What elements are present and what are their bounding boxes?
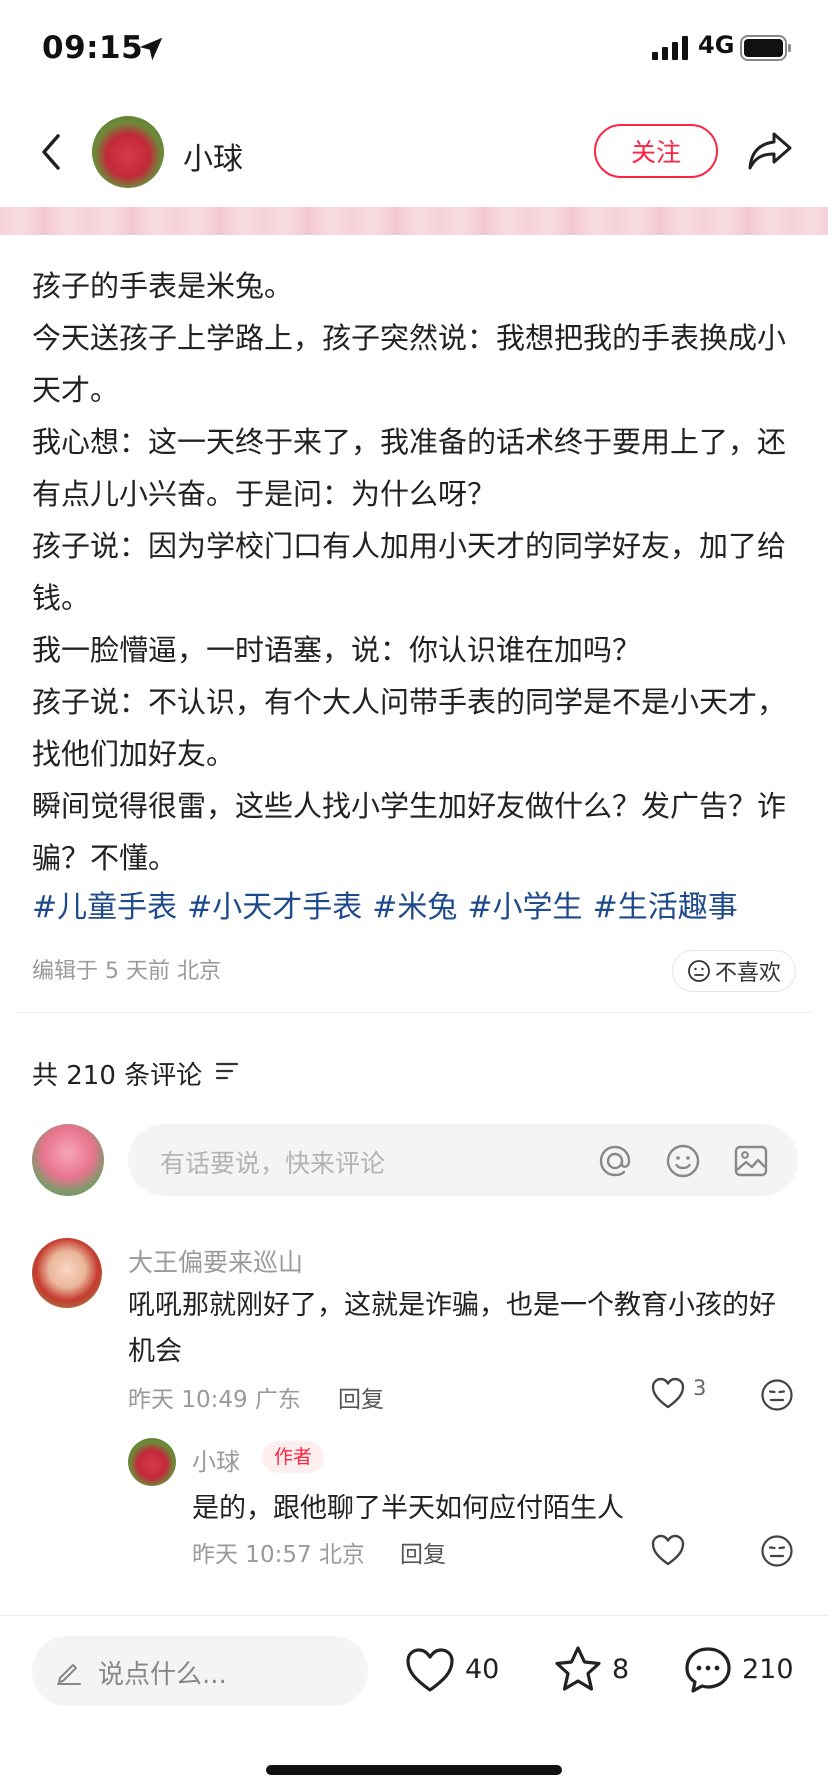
star-count: 8 [612, 1654, 630, 1685]
post-meta: 编辑于 5 天前 北京 [32, 959, 221, 984]
hashtag-link[interactable]: #米兔 [372, 890, 457, 925]
pencil-icon [57, 1664, 81, 1685]
back-icon[interactable] [32, 128, 72, 176]
heart-icon[interactable] [650, 1376, 686, 1410]
divider [0, 1615, 828, 1616]
home-indicator [266, 1765, 562, 1775]
reply-button[interactable]: 回复 [338, 1380, 384, 1414]
say-something-placeholder[interactable]: 说点什么... [98, 1654, 227, 1691]
image-icon[interactable] [732, 1142, 770, 1180]
star-icon[interactable] [552, 1644, 604, 1694]
at-mention-icon[interactable] [596, 1142, 634, 1180]
post-image-strip [0, 207, 828, 235]
post-paragraph: 孩子说：不认识，有个大人问带手表的同学是不是小天才，找他们加好友。 [32, 685, 787, 771]
hashtag-link[interactable]: #生活趣事 [593, 890, 738, 925]
sort-icon[interactable] [214, 1059, 240, 1083]
follow-button[interactable]: 关注 [594, 124, 718, 178]
comment-count: 共 210 条评论 [32, 1061, 203, 1091]
neutral-face-icon [688, 960, 710, 982]
neutral-face-icon[interactable] [760, 1534, 794, 1568]
author-avatar[interactable] [92, 116, 164, 188]
post-paragraph: 我心想：这一天终于来了，我准备的话术终于要用上了，还有点儿小兴奋。于是问：为什么… [32, 425, 787, 511]
post-paragraph: 孩子的手表是米兔。 [32, 269, 294, 303]
comment-input-placeholder[interactable]: 有话要说，快来评论 [160, 1144, 385, 1180]
reply-author-name[interactable]: 小球 [192, 1442, 240, 1477]
divider [16, 1012, 812, 1013]
reply-button[interactable]: 回复 [400, 1535, 446, 1569]
post-paragraph: 我一脸懵逼，一时语塞，说：你认识谁在加吗？ [32, 633, 642, 667]
hashtag-link[interactable]: #儿童手表 [32, 890, 177, 925]
commenter-avatar[interactable] [32, 1238, 102, 1308]
hashtag-list: #儿童手表 #小天才手表 #米兔 #小学生 #生活趣事 [32, 882, 748, 926]
comment-icon[interactable] [682, 1644, 734, 1696]
signal-icon [652, 36, 688, 60]
post-paragraph: 孩子说：因为学校门口有人加用小天才的同学好友，加了给钱。 [32, 529, 787, 615]
status-time: 09:15 [42, 30, 144, 66]
comment-time: 昨天 10:49 广东 [128, 1387, 301, 1413]
commenter-name[interactable]: 大王偏要来巡山 [128, 1243, 303, 1279]
heart-icon[interactable] [650, 1533, 686, 1567]
post-paragraph: 今天送孩子上学路上，孩子突然说：我想把我的手表换成小天才。 [32, 321, 787, 407]
comment-count-bottom: 210 [742, 1654, 794, 1685]
like-count: 40 [465, 1654, 500, 1685]
location-arrow-icon [139, 37, 163, 61]
author-badge: 作者 [262, 1441, 325, 1473]
dislike-label: 不喜欢 [714, 961, 781, 986]
battery-icon [740, 35, 791, 61]
user-avatar [32, 1124, 104, 1196]
hashtag-link[interactable]: #小学生 [467, 890, 582, 925]
reply-time: 昨天 10:57 北京 [192, 1542, 365, 1568]
comment-text: 吼吼那就刚好了，这就是诈骗，也是一个教育小孩的好机会 [128, 1290, 776, 1367]
heart-icon[interactable] [404, 1646, 456, 1694]
like-count: 3 [693, 1376, 707, 1400]
share-icon[interactable] [746, 126, 794, 174]
neutral-face-icon[interactable] [760, 1378, 794, 1412]
emoji-icon[interactable] [664, 1142, 702, 1180]
reply-author-avatar[interactable] [128, 1438, 176, 1486]
hashtag-link[interactable]: #小天才手表 [187, 890, 362, 925]
post-content: 孩子的手表是米兔。 今天送孩子上学路上，孩子突然说：我想把我的手表换成小天才。 … [32, 260, 792, 884]
network-type: 4G [698, 31, 735, 59]
dislike-button[interactable]: 不喜欢 [672, 950, 796, 992]
reply-text: 是的，跟他聊了半天如何应付陌生人 [192, 1493, 624, 1524]
author-name[interactable]: 小球 [183, 134, 243, 178]
post-paragraph: 瞬间觉得很雷，这些人找小学生加好友做什么？发广告？诈骗？不懂。 [32, 789, 787, 875]
